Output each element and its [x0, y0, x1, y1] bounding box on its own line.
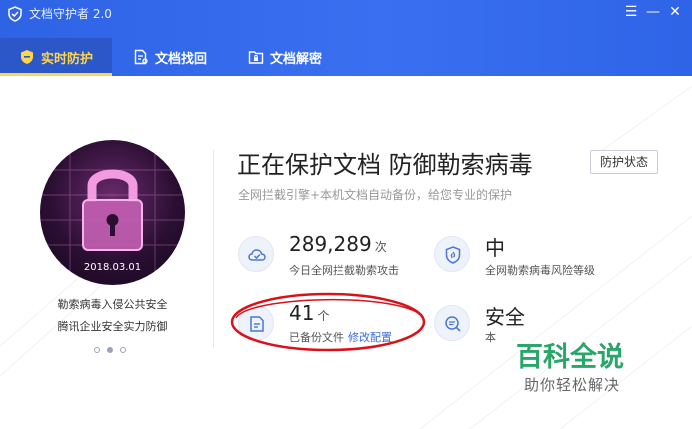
search-scan-icon — [434, 305, 470, 341]
carousel-dot[interactable] — [120, 347, 126, 353]
carousel-indicator — [94, 347, 126, 353]
shield-icon — [20, 50, 33, 64]
tab-realtime-protection[interactable]: 实时防护 — [0, 38, 112, 76]
watermark-title: 百科全说 — [516, 342, 624, 373]
security-poster[interactable]: 2018.03.01 — [40, 140, 185, 285]
poster-slogan-line2: 腾讯企业安全实力防御 — [57, 320, 168, 333]
document-search-icon — [134, 49, 148, 65]
safety-status-label: 本 — [485, 331, 496, 344]
carousel-dot[interactable] — [94, 347, 100, 353]
tab-file-decrypt[interactable]: 文档解密 — [248, 38, 322, 76]
watermark-subtitle: 助你轻松解决 — [524, 376, 621, 394]
minimize-icon[interactable]: — — [646, 4, 660, 20]
tab-label: 实时防护 — [40, 51, 93, 67]
protection-subline: 全网拦截引擎+本机文档自动备份，给您专业的保护 — [238, 188, 513, 202]
carousel-dot-active[interactable] — [107, 347, 113, 353]
safety-status-value: 安全 — [485, 305, 525, 329]
tab-file-recovery[interactable]: 文档找回 — [133, 38, 207, 76]
intercept-count-unit: 次 — [374, 240, 387, 254]
cloud-check-icon — [238, 236, 274, 272]
vertical-divider — [213, 150, 214, 348]
tab-label: 文档解密 — [270, 51, 323, 67]
menu-icon[interactable]: ☰ — [624, 4, 638, 20]
intercept-count-label: 今日全网拦截勒索攻击 — [289, 264, 399, 277]
highlight-annotation — [230, 292, 426, 352]
poster-slogan-line1: 勒索病毒入侵公共安全 — [57, 298, 168, 311]
intercept-count-value: 289,289 — [289, 232, 372, 256]
protection-status-button[interactable]: 防护状态 — [590, 150, 658, 174]
window-controls: ☰ — ✕ — [624, 4, 682, 20]
title-bar: 文档守护者 2.0 ☰ — ✕ 实时防护 文档找回 文档解密 — [0, 0, 692, 76]
shield-risk-icon — [434, 236, 470, 272]
tab-label: 文档找回 — [155, 51, 208, 67]
risk-level-value: 中 — [485, 236, 505, 260]
intercept-count: 289,289 次 — [289, 232, 387, 256]
poster-date: 2018.03.01 — [83, 262, 142, 273]
folder-lock-icon — [248, 51, 264, 64]
risk-level-label: 全网勒索病毒风险等级 — [485, 264, 595, 277]
protection-headline: 正在保护文档 防御勒索病毒 — [237, 151, 533, 179]
close-icon[interactable]: ✕ — [668, 4, 682, 20]
app-title: 文档守护者 2.0 — [29, 7, 112, 21]
shield-logo-icon — [8, 6, 22, 22]
